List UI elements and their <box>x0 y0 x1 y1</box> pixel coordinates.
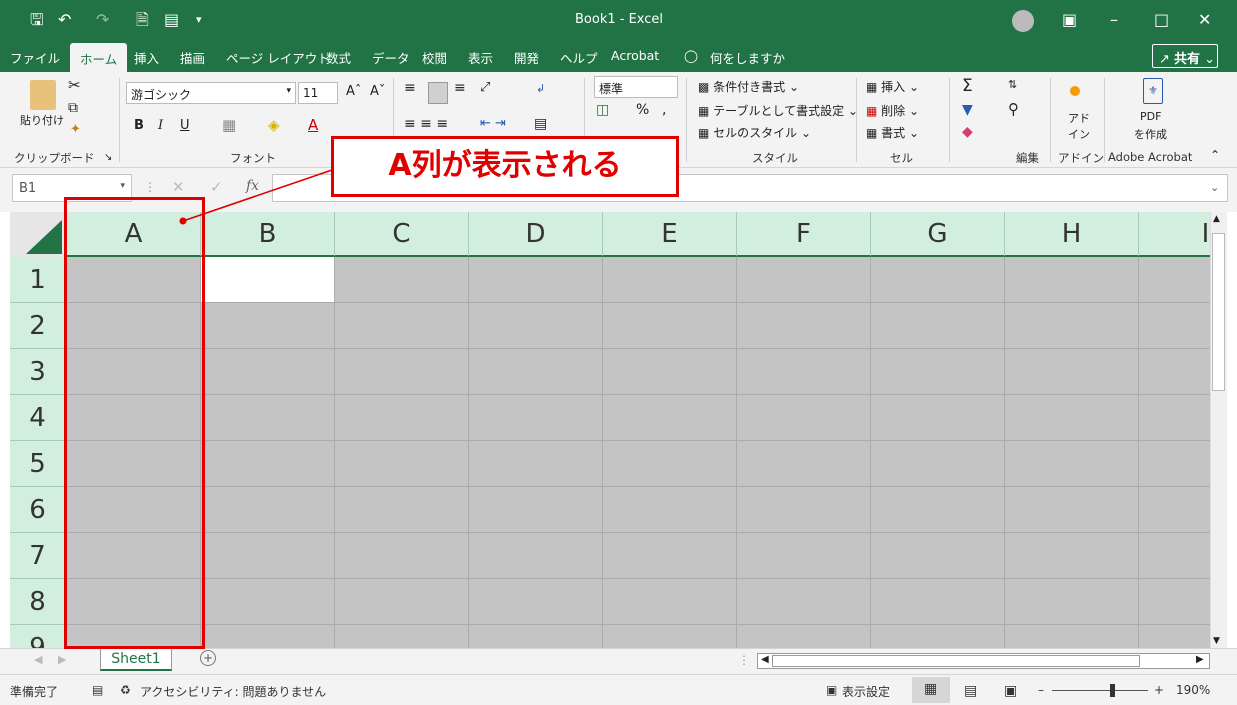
callout-arrow <box>179 169 333 225</box>
callout-text: A列が表示される <box>388 148 622 183</box>
